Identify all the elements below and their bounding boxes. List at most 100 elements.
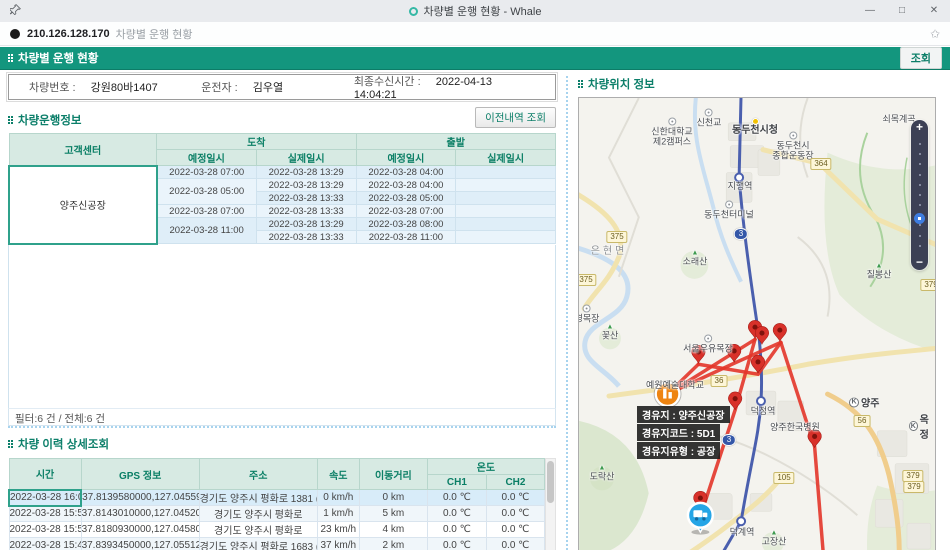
zoom-slider-handle[interactable] <box>914 213 925 224</box>
maximize-button[interactable]: □ <box>886 0 918 22</box>
history-cell: 2022-03-28 15:54 <box>8 521 82 538</box>
zoom-slider-track[interactable] <box>911 135 928 255</box>
history-cell: 0.0 ℃ <box>485 505 546 522</box>
bookmark-star-icon[interactable]: ✩ <box>930 27 940 41</box>
col-departure-actual: 실제일시 <box>455 149 556 166</box>
vehicle-info-bar: 차량번호 : 강원80바1407 운전자 : 김우열 최종수신시간 : 2022… <box>6 72 558 102</box>
history-cell: 37.8180930000,127.0458010000 <box>80 521 200 538</box>
col-departure: 출발 <box>355 133 557 150</box>
filter-status: 필터:6 건 / 전체:6 건 <box>8 408 556 426</box>
history-cell: 37.8139580000,127.0455980000 <box>80 489 200 506</box>
history-cell: 0.0 ℃ <box>426 489 487 506</box>
zoom-track-dot <box>918 163 921 166</box>
page-title: 차량별 운행 현황 <box>18 53 99 65</box>
zoom-out-button[interactable]: − <box>916 255 923 270</box>
history-row[interactable]: 2022-03-28 15:5437.8180930000,127.045801… <box>8 521 546 538</box>
pin-icon[interactable] <box>9 4 22 18</box>
vehicle-location-map[interactable]: 신천교 동두천시청 신한대학교 제2캠퍼스 쇠목계곡 동두천시 종합운동장 동두천터미널 은현면… <box>578 97 936 550</box>
route-layer <box>653 320 825 550</box>
close-button[interactable]: ✕ <box>918 0 950 22</box>
whale-logo-icon <box>408 6 418 16</box>
zoom-track-dot <box>918 224 921 227</box>
departure-actual-cell <box>455 165 556 179</box>
departure-actual-cell <box>455 217 556 231</box>
history-row[interactable]: 2022-03-28 15:4837.8393450000,127.055121… <box>8 537 546 550</box>
col-speed: 속도 <box>316 458 360 490</box>
history-cell: 0.0 ℃ <box>426 505 487 522</box>
trip-table: 고객센터 도착 출발 예정일시 실제일시 예정일시 실제일시 양주신공장 2022… <box>8 133 557 245</box>
history-scrollbar[interactable] <box>545 458 556 550</box>
driver-value: 김우열 <box>252 82 284 94</box>
history-cell: 경기도 양주시 평화로 <box>198 521 318 538</box>
customer-center-name: 양주신공장 <box>8 164 158 245</box>
zoom-track-dot <box>918 143 921 146</box>
departure-scheduled-cell: 2022-03-28 08:00 <box>355 217 457 231</box>
route-pin-marker[interactable] <box>754 326 769 345</box>
address-bar[interactable]: 210.126.128.170 차량별 운행 현황 ✩ <box>0 22 950 46</box>
history-row[interactable]: 2022-03-28 15:5637.8143010000,127.045204… <box>8 505 546 522</box>
col-arrival-actual: 실제일시 <box>255 149 357 166</box>
history-cell: 1 km/h <box>316 505 360 522</box>
arrival-scheduled-cell: 2022-03-28 07:00 <box>156 165 257 179</box>
arrival-scheduled-cell: 2022-03-28 05:00 <box>156 178 257 205</box>
arrival-actual-cell: 2022-03-28 13:29 <box>255 217 357 231</box>
history-cell: 2022-03-28 15:56 <box>8 505 82 522</box>
scrollbar-thumb[interactable] <box>547 461 554 503</box>
map-zoom-slider[interactable]: + − <box>911 120 928 270</box>
history-cell: 0.0 ℃ <box>426 537 487 550</box>
history-cell: 23 km/h <box>316 521 360 538</box>
history-row[interactable]: 2022-03-28 16:0537.8139580000,127.045598… <box>8 488 546 507</box>
history-table-wrap: 시간 GPS 정보 주소 속도 이동거리 온도 CH1 CH2 2022-03-… <box>8 458 556 550</box>
history-cell: 0.0 ℃ <box>485 521 546 538</box>
col-customer-center: 고객센터 <box>8 133 158 166</box>
zoom-track-dot <box>918 183 921 186</box>
arrival-scheduled-cell: 2022-03-28 07:00 <box>156 204 257 218</box>
section-grid-icon <box>8 54 10 56</box>
zoom-track-dot <box>918 153 921 156</box>
minimize-button[interactable]: — <box>854 0 886 22</box>
arrival-actual-cell: 2022-03-28 13:33 <box>255 204 357 218</box>
previous-history-button[interactable]: 이전내역 조회 <box>475 107 556 128</box>
arrival-actual-cell: 2022-03-28 13:29 <box>255 165 357 179</box>
history-cell: 경기도 양주시 평화로 1381 (덕계동) <box>198 489 318 506</box>
trip-table-block: 고객센터 도착 출발 예정일시 실제일시 예정일시 실제일시 양주신공장 2022… <box>8 133 557 428</box>
col-gps: GPS 정보 <box>80 458 200 490</box>
history-cell: 0 km/h <box>316 489 360 506</box>
arrival-actual-cell: 2022-03-28 13:33 <box>255 191 357 205</box>
history-cell: 0.0 ℃ <box>485 489 546 506</box>
departure-actual-cell <box>455 230 556 244</box>
history-cell: 2022-03-28 16:05 <box>8 488 83 507</box>
history-table: 시간 GPS 정보 주소 속도 이동거리 온도 CH1 CH2 2022-03-… <box>8 458 546 550</box>
waypoint-tooltip: 경유지 : 양주신공장 경유지코드 : 5D1 경유지유형 : 공장 <box>637 406 730 459</box>
driver-label: 운전자 : <box>201 82 238 94</box>
route-pin-marker[interactable] <box>772 323 787 342</box>
trip-table-body: 양주신공장 2022-03-28 07:00 2022-03-28 13:29 202… <box>8 164 556 245</box>
route-pin-marker[interactable] <box>728 391 743 411</box>
history-section-title: 차량 이력 상세조회 <box>8 436 109 452</box>
search-button[interactable]: 조회 <box>899 47 942 69</box>
col-arrival-scheduled: 예정일시 <box>156 149 257 166</box>
route-pin-marker[interactable] <box>807 429 822 449</box>
section-grid-icon <box>578 80 580 82</box>
vehicle-marker[interactable] <box>686 501 715 535</box>
trip-row[interactable]: 양주신공장 2022-03-28 07:00 2022-03-28 13:29 202… <box>8 164 556 245</box>
zoom-in-button[interactable]: + <box>916 120 923 135</box>
tab-title: 차량별 운행 현황 - Whale <box>0 3 950 19</box>
map-section-title: 차량위치 정보 <box>578 76 655 92</box>
site-info-icon[interactable] <box>10 28 20 39</box>
col-time: 시간 <box>8 458 82 490</box>
departure-actual-cell <box>455 191 556 205</box>
history-cell: 4 km <box>358 521 428 538</box>
waypoint-marker[interactable] <box>653 380 682 408</box>
zoom-track-dot <box>918 173 921 176</box>
zoom-track-dot <box>918 204 921 207</box>
zoom-track-dot <box>918 193 921 196</box>
history-cell: 37 km/h <box>316 537 360 550</box>
url-page-title: 차량별 운행 현황 <box>115 28 193 41</box>
departure-scheduled-cell: 2022-03-28 04:00 <box>355 165 457 179</box>
last-recv-label: 최종수신시간 : <box>353 76 421 88</box>
departure-actual-cell <box>455 204 556 218</box>
page-header: 차량별 운행 현황 조회 <box>0 47 950 70</box>
route-pin-marker[interactable] <box>691 344 706 364</box>
col-address: 주소 <box>198 458 318 490</box>
